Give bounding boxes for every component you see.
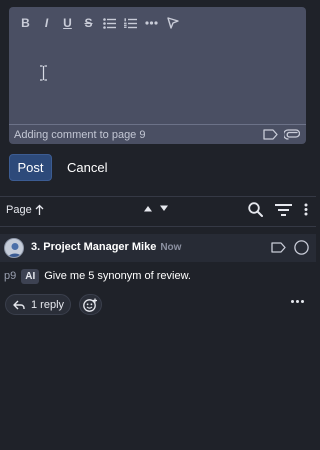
comment-author: 3. Project Manager Mike Now [31,241,181,253]
sort-by-page-button[interactable]: Page [6,204,44,216]
numbered-list-button[interactable] [120,15,141,31]
page-reference[interactable]: p9 [4,270,16,282]
sort-label: Page [6,204,32,216]
underline-icon: U [63,16,72,30]
italic-button[interactable]: I [36,15,57,31]
filter-icon[interactable] [275,203,292,216]
ai-badge: AI [21,268,40,284]
comments-bar-actions [248,202,308,217]
more-dot [301,300,304,303]
reply-arrow-icon [13,300,25,309]
cancel-button[interactable]: Cancel [67,154,107,181]
text-cursor-icon [40,65,47,81]
numbered-list-icon [124,17,137,28]
italic-icon: I [44,16,49,30]
more-horizontal-icon [145,21,158,25]
editor-footer: Adding comment to page 9 [9,124,306,145]
more-dot [296,300,299,303]
strikethrough-icon: S [84,16,93,30]
underline-button[interactable]: U [57,15,78,31]
user-avatar-icon [8,243,22,257]
comment-header[interactable]: 3. Project Manager Mike Now [0,234,316,262]
editor-footer-actions [263,129,300,140]
tag-icon[interactable] [271,242,286,253]
reply-count: 1 reply [31,298,65,311]
formatting-toolbar: B I U S [15,15,183,31]
comment-more-button[interactable] [291,300,304,303]
bold-button[interactable]: B [15,15,36,31]
add-emoji-icon [83,298,97,312]
tag-icon[interactable] [263,129,278,140]
attachment-icon[interactable] [284,129,300,140]
author-name: 3. Project Manager Mike [31,241,157,253]
bold-icon: B [21,16,30,30]
comment-text-area[interactable] [9,37,306,123]
post-button[interactable]: Post [9,154,52,181]
arrow-up-icon [35,204,44,215]
bulleted-list-button[interactable] [99,15,120,31]
avatar [4,238,24,258]
more-vertical-icon[interactable] [304,203,308,216]
comment-body: p9 AI Give me 5 synonym of review. [4,268,191,284]
comment-editor: B I U S Adding comment to page 9 [9,7,306,144]
more-formatting-button[interactable] [141,15,162,31]
shape-annotation-button[interactable] [162,15,183,31]
page-comment-note: Adding comment to page 9 [14,129,146,141]
next-comment-icon[interactable] [159,205,169,212]
search-icon[interactable] [248,202,263,217]
resolve-circle-icon[interactable] [294,240,309,255]
divider [0,226,316,227]
more-dot [291,300,294,303]
reply-button[interactable]: 1 reply [5,294,72,315]
pen-tool-icon [166,17,179,29]
previous-comment-icon[interactable] [143,205,153,212]
comments-sort-bar: Page [0,197,316,225]
comment-time: Now [160,242,182,253]
comment-text: Give me 5 synonym of review. [44,270,191,282]
add-reaction-button[interactable] [79,294,102,315]
comment-header-actions [271,240,309,255]
comment-navigation [143,205,169,212]
strikethrough-button[interactable]: S [78,15,99,31]
bulleted-list-icon [103,17,116,29]
